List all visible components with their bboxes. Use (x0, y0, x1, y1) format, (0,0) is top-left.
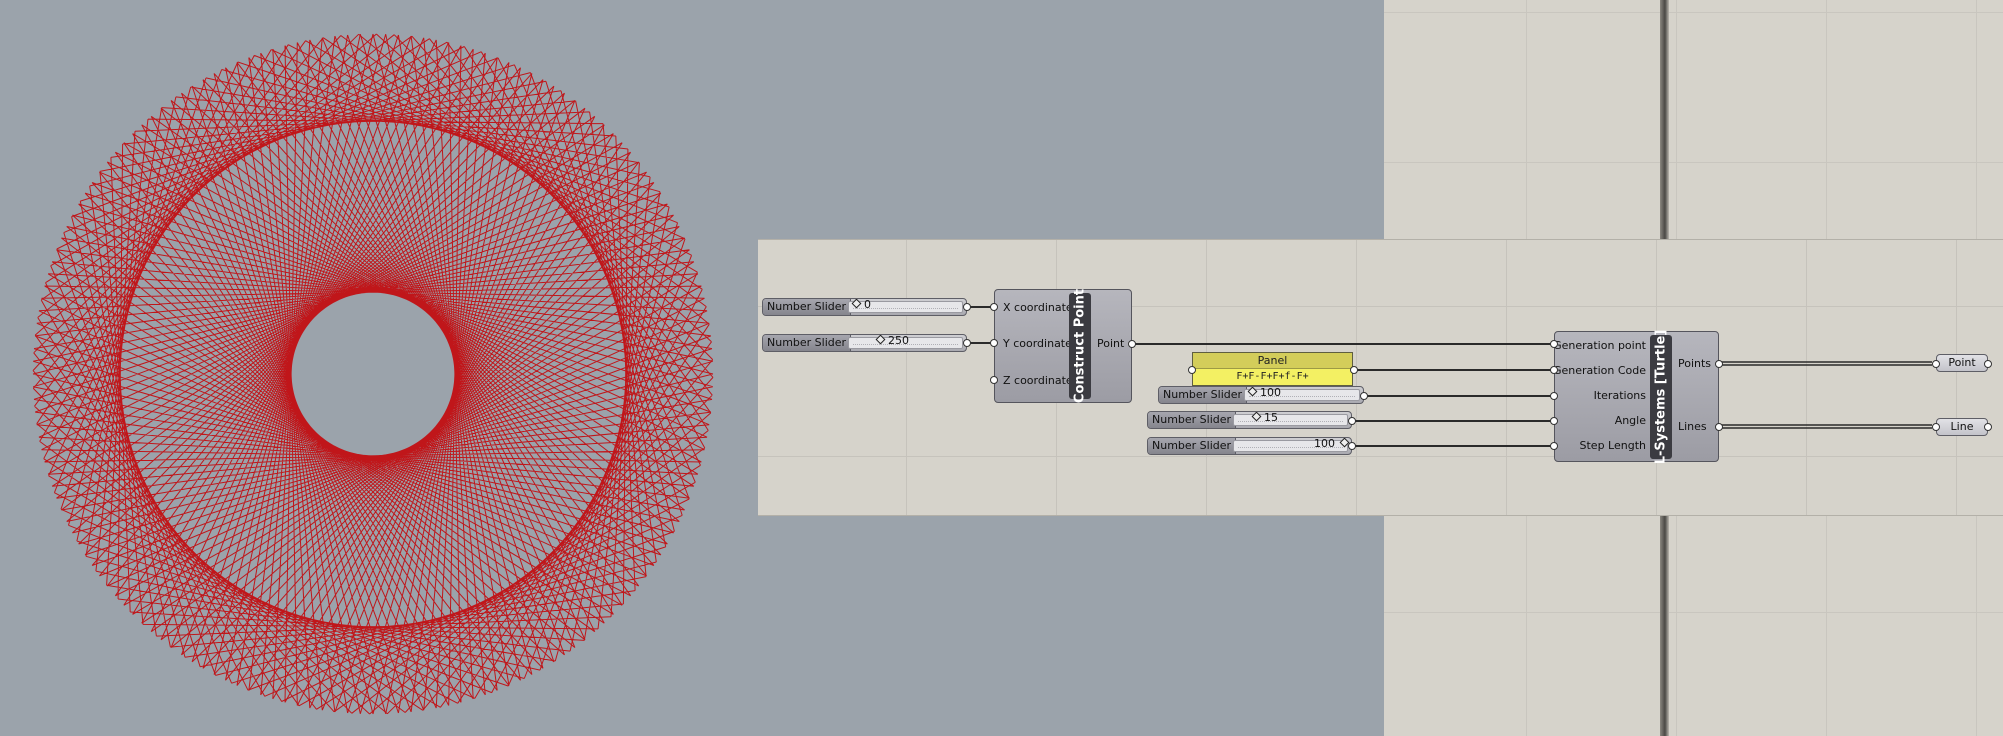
line-param[interactable]: Line (1936, 418, 1988, 436)
input-angle: Angle (1614, 414, 1646, 427)
input-port[interactable] (1550, 366, 1558, 374)
number-slider-iterations[interactable]: Number Slider 100 (1158, 386, 1364, 404)
component-title: L-Systems [Turtle] (1650, 330, 1672, 464)
output-port[interactable] (1348, 417, 1356, 425)
input-port[interactable] (1932, 360, 1940, 368)
point-param[interactable]: Point (1936, 354, 1988, 372)
component-title: Construct Point (1069, 289, 1091, 403)
input-y-coordinate: Y coordinate (1003, 337, 1072, 350)
wire-points-out (1719, 361, 1932, 366)
number-slider-y[interactable]: Number Slider 250 (762, 334, 967, 352)
output-port[interactable] (1715, 423, 1723, 431)
output-port[interactable] (1128, 340, 1136, 348)
construct-point-component[interactable]: X coordinate Y coordinate Z coordinate C… (994, 289, 1132, 403)
output-port[interactable] (1360, 392, 1368, 400)
input-port[interactable] (990, 376, 998, 384)
input-generation-point: Generation point (1553, 339, 1646, 352)
number-slider-step-length[interactable]: Number Slider 100 (1147, 437, 1352, 455)
input-port[interactable] (990, 303, 998, 311)
input-generation-code: Generation Code (1552, 364, 1646, 377)
slider-value: 100 (1314, 437, 1335, 450)
slider-value: 250 (888, 334, 909, 347)
slider-label: Number Slider (1148, 412, 1237, 428)
slider-label: Number Slider (763, 299, 852, 315)
number-slider-x[interactable]: Number Slider 0 (762, 298, 967, 316)
slider-knob-icon[interactable] (875, 334, 886, 345)
line-param-label: Line (1950, 420, 1974, 433)
input-z-coordinate: Z coordinate (1003, 374, 1073, 387)
slider-value: 0 (864, 298, 871, 311)
input-x-coordinate: X coordinate (1003, 301, 1073, 314)
input-port[interactable] (1550, 442, 1558, 450)
wire-lines-out (1719, 424, 1932, 429)
output-port[interactable] (963, 339, 971, 347)
panel[interactable]: Panel F+F-F+F+f-F+ (1192, 352, 1353, 386)
slider-label: Number Slider (1148, 438, 1237, 454)
slider-value: 100 (1260, 386, 1281, 399)
output-port[interactable] (1715, 360, 1723, 368)
input-port[interactable] (1550, 392, 1558, 400)
point-param-label: Point (1948, 356, 1976, 369)
input-port[interactable] (990, 339, 998, 347)
panel-title: Panel (1193, 353, 1352, 369)
slider-knob-icon[interactable] (1247, 386, 1258, 397)
l-systems-turtle-component[interactable]: Generation point Generation Code Iterati… (1552, 330, 1719, 464)
slider-knob-icon[interactable] (1251, 411, 1262, 422)
output-port[interactable] (1984, 423, 1992, 431)
slider-label: Number Slider (763, 335, 852, 351)
input-port[interactable] (1550, 340, 1558, 348)
input-iterations: Iterations (1593, 389, 1646, 402)
output-port[interactable] (1984, 360, 1992, 368)
output-port[interactable] (1350, 366, 1358, 374)
slider-knob-icon[interactable] (851, 298, 862, 309)
output-port[interactable] (1348, 442, 1356, 450)
output-port[interactable] (963, 303, 971, 311)
number-slider-angle[interactable]: Number Slider 15 (1147, 411, 1352, 429)
slider-label: Number Slider (1159, 387, 1248, 403)
output-points: Points (1678, 357, 1712, 370)
output-point: Point (1097, 337, 1125, 350)
slider-value: 15 (1264, 411, 1278, 424)
input-port[interactable] (1188, 366, 1196, 374)
input-port[interactable] (1550, 417, 1558, 425)
output-lines: Lines (1678, 420, 1707, 433)
input-step-length: Step Length (1579, 439, 1646, 452)
input-port[interactable] (1932, 423, 1940, 431)
panel-text[interactable]: F+F-F+F+f-F+ (1193, 369, 1352, 385)
